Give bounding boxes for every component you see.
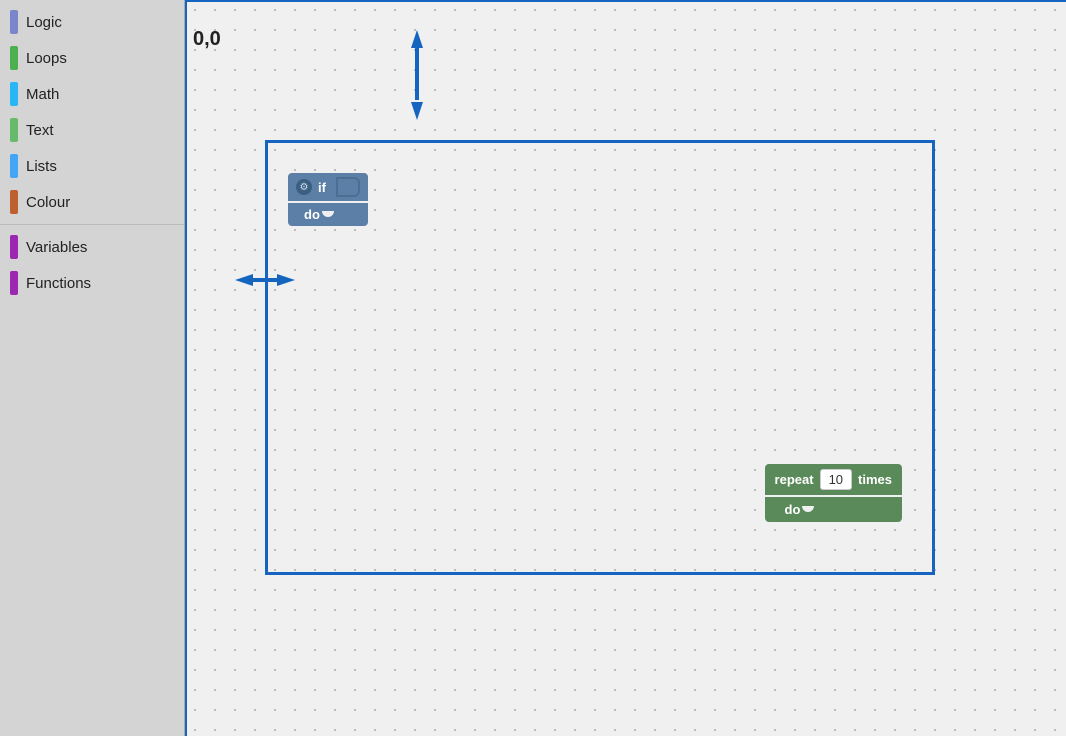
repeat-block[interactable]: repeat 10 times do <box>765 464 902 522</box>
sidebar-divider <box>0 224 184 225</box>
colour-color-bar <box>10 190 18 214</box>
if-label: if <box>318 180 326 195</box>
horizontal-arrow-svg <box>235 268 295 292</box>
sidebar-label-logic: Logic <box>26 14 62 31</box>
sidebar-item-variables[interactable]: Variables <box>0 229 184 265</box>
if-puzzle-notch <box>336 177 360 197</box>
canvas-box: ⚙ if do repeat 10 times do <box>265 140 935 575</box>
gear-icon: ⚙ <box>296 179 312 195</box>
sidebar-label-lists: Lists <box>26 158 57 175</box>
logic-color-bar <box>10 10 18 34</box>
sidebar-label-loops: Loops <box>26 50 67 67</box>
sidebar-label-functions: Functions <box>26 275 91 292</box>
lists-color-bar <box>10 154 18 178</box>
repeat-label: repeat <box>775 472 814 487</box>
sidebar: Logic Loops Math Text Lists Colour Varia… <box>0 0 185 736</box>
vertical-resize-arrow[interactable] <box>405 30 429 120</box>
times-label: times <box>858 472 892 487</box>
sidebar-item-lists[interactable]: Lists <box>0 148 184 184</box>
horizontal-resize-arrow[interactable] <box>235 268 295 292</box>
axis-line-vertical <box>185 0 187 736</box>
sidebar-label-math: Math <box>26 86 59 103</box>
sidebar-item-functions[interactable]: Functions <box>0 265 184 301</box>
repeat-do-notch <box>800 506 816 514</box>
sidebar-item-math[interactable]: Math <box>0 76 184 112</box>
axis-line-horizontal <box>185 0 1066 2</box>
repeat-do-label: do <box>785 502 801 517</box>
if-block[interactable]: ⚙ if do <box>288 173 368 226</box>
sidebar-label-colour: Colour <box>26 194 70 211</box>
sidebar-label-text: Text <box>26 122 54 139</box>
sidebar-item-loops[interactable]: Loops <box>0 40 184 76</box>
coord-label: 0,0 <box>193 28 221 51</box>
sidebar-item-text[interactable]: Text <box>0 112 184 148</box>
if-do-notch <box>320 211 336 219</box>
loops-color-bar <box>10 46 18 70</box>
vertical-arrow-svg <box>405 30 429 120</box>
text-color-bar <box>10 118 18 142</box>
sidebar-item-colour[interactable]: Colour <box>0 184 184 220</box>
functions-color-bar <box>10 271 18 295</box>
workspace: 0,0 ⚙ if <box>185 0 1066 736</box>
math-color-bar <box>10 82 18 106</box>
do-label: do <box>304 207 320 222</box>
sidebar-label-variables: Variables <box>26 239 87 256</box>
repeat-count-input[interactable]: 10 <box>820 469 852 490</box>
variables-color-bar <box>10 235 18 259</box>
sidebar-item-logic[interactable]: Logic <box>0 4 184 40</box>
